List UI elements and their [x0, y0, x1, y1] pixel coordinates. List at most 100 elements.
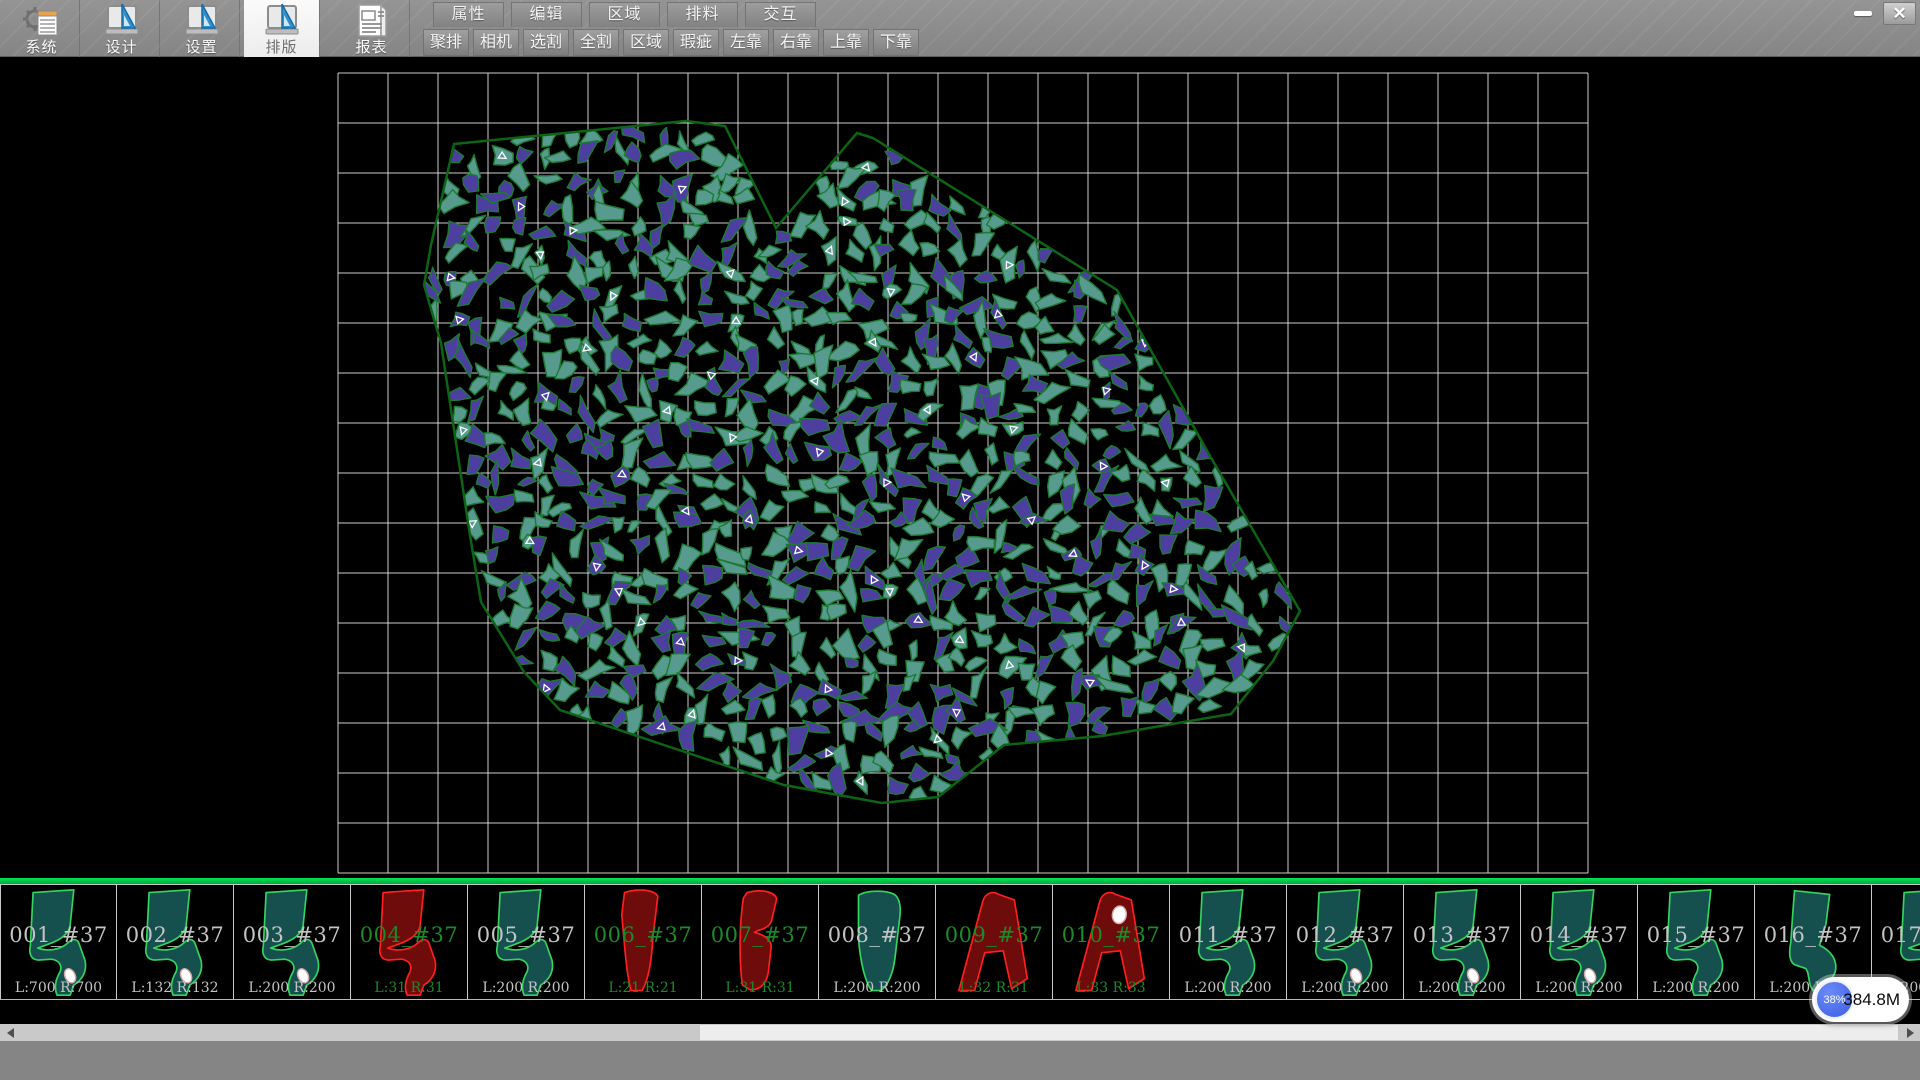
part-thumbnail[interactable]: 013_#37 L:200 R:200 [1404, 884, 1521, 999]
report-doc-icon [352, 3, 392, 39]
parts-thumbnail-strip: 001_#37L:700 R:700002_#37L:132 R:132003_… [0, 884, 1920, 1000]
menu-tab-row: 属性编辑区域排料交互 [433, 2, 816, 27]
part-cut-counts: L:31 R:31 [351, 980, 467, 996]
part-label: 010_#37 [1053, 923, 1169, 947]
part-cut-counts: L:200 R:200 [819, 980, 935, 996]
scroll-right-icon [1907, 1028, 1914, 1038]
tool-region[interactable]: 区域 [623, 29, 669, 56]
scroll-right-button[interactable] [1900, 1024, 1920, 1041]
tool-align-right[interactable]: 右靠 [773, 29, 819, 56]
app-report[interactable]: 报表 [334, 0, 410, 57]
app-nesting[interactable]: 排版 [244, 0, 320, 57]
gear-notepad-icon [22, 3, 62, 39]
tool-select-cut[interactable]: 选割 [523, 29, 569, 56]
part-cut-counts: L:200 R:200 [1287, 980, 1403, 996]
part-label: 004_#37 [351, 923, 467, 947]
part-cut-counts: L:200 R:200 [468, 980, 584, 996]
part-thumbnail[interactable]: 003_#37 L:200 R:200 [234, 884, 351, 999]
close-icon: ✕ [1892, 4, 1906, 24]
close-button[interactable]: ✕ [1883, 2, 1916, 25]
app-settings[interactable]: 设置 [164, 0, 240, 57]
tool-align-top[interactable]: 上靠 [823, 29, 869, 56]
scroll-left-icon [7, 1028, 14, 1038]
part-cut-counts: L:700 R:700 [1, 980, 116, 996]
nested-pieces [415, 121, 1300, 810]
part-cut-counts: L:32 R:31 [936, 980, 1052, 996]
part-thumbnail[interactable]: 009_#37L:32 R:31 [936, 884, 1053, 999]
scrollbar-thumb[interactable] [700, 1025, 1898, 1040]
part-thumbnail[interactable]: 005_#37 L:200 R:200 [468, 884, 585, 999]
part-thumbnail[interactable]: 008_#37 L:200 R:200 [819, 884, 936, 999]
part-cut-counts: L:200 R:200 [1638, 980, 1754, 996]
ruler-screen-icon [182, 3, 222, 39]
part-label: 007_#37 [702, 923, 818, 947]
part-label: 015_#37 [1638, 923, 1754, 947]
menu-region[interactable]: 区域 [589, 2, 660, 27]
window-controls: ✕ [1846, 2, 1916, 25]
part-label: 014_#37 [1521, 923, 1637, 947]
memory-progress-badge: 38% 384.8M [1812, 977, 1909, 1022]
part-label: 002_#37 [117, 923, 233, 947]
tool-camera[interactable]: 相机 [473, 29, 519, 56]
memory-usage-label: 384.8M [1843, 977, 1900, 1022]
part-cut-counts: L:31 R:31 [702, 980, 818, 996]
part-label: 017_#37 [1872, 923, 1920, 947]
menu-edit[interactable]: 编辑 [511, 2, 582, 27]
menu-nest[interactable]: 排料 [667, 2, 738, 27]
app-design[interactable]: 设计 [84, 0, 160, 57]
status-bar [0, 1041, 1920, 1080]
menu-interact[interactable]: 交互 [745, 2, 816, 27]
part-thumbnail[interactable]: 001_#37 L:700 R:700 [0, 884, 117, 999]
part-cut-counts: L:200 R:200 [1521, 980, 1637, 996]
app-label: 设计 [105, 39, 137, 56]
minimize-button[interactable] [1846, 2, 1879, 25]
part-label: 003_#37 [234, 923, 350, 947]
tool-cut-all[interactable]: 全割 [573, 29, 619, 56]
part-thumbnail[interactable]: 007_#37 L:31 R:31 [702, 884, 819, 999]
scroll-left-button[interactable] [0, 1024, 20, 1041]
app-system[interactable]: 系统 [4, 0, 80, 57]
strip-bottom-gap [0, 1001, 1920, 1024]
nesting-drawing [0, 57, 1920, 878]
part-thumbnail[interactable]: 011_#37 L:200 R:200 [1170, 884, 1287, 999]
tool-align-bottom[interactable]: 下靠 [873, 29, 919, 56]
ruler-screen-icon [102, 3, 142, 39]
part-label: 016_#37 [1755, 923, 1871, 947]
part-cut-counts: L:21 R:21 [585, 980, 701, 996]
part-cut-counts: L:33 R:33 [1053, 980, 1169, 996]
app-label: 报表 [355, 39, 387, 56]
part-thumbnail[interactable]: 006_#37 L:21 R:21 [585, 884, 702, 999]
horizontal-scrollbar[interactable] [0, 1024, 1920, 1041]
part-cut-counts: L:200 R:200 [1404, 980, 1520, 996]
part-label: 011_#37 [1170, 923, 1286, 947]
part-thumbnail[interactable]: 014_#37 L:200 R:200 [1521, 884, 1638, 999]
part-label: 006_#37 [585, 923, 701, 947]
tool-defect[interactable]: 瑕疵 [673, 29, 719, 56]
part-label: 005_#37 [468, 923, 584, 947]
ruler-screen-icon [262, 3, 302, 39]
part-label: 013_#37 [1404, 923, 1520, 947]
progress-percent: 38% [1823, 994, 1845, 1006]
app-label: 系统 [25, 39, 57, 56]
part-thumbnail[interactable]: 015_#37 L:200 R:200 [1638, 884, 1755, 999]
tool-align-left[interactable]: 左靠 [723, 29, 769, 56]
application-window: 系统设计设置排版报表 属性编辑区域排料交互 聚排相机选割全割区域瑕疵左靠右靠上靠… [0, 0, 1920, 1080]
part-thumbnail[interactable]: 010_#37 L:33 R:33 [1053, 884, 1170, 999]
tool-cluster-nest[interactable]: 聚排 [423, 29, 469, 56]
app-label: 设置 [185, 39, 217, 56]
part-thumbnail[interactable]: 004_#37 L:31 R:31 [351, 884, 468, 999]
ribbon-toolbar: 系统设计设置排版报表 属性编辑区域排料交互 聚排相机选割全割区域瑕疵左靠右靠上靠… [0, 0, 1920, 57]
nesting-canvas[interactable] [0, 57, 1920, 878]
menu-properties[interactable]: 属性 [433, 2, 504, 27]
tool-button-row: 聚排相机选割全割区域瑕疵左靠右靠上靠下靠 [423, 29, 919, 56]
part-thumbnail[interactable]: 002_#37 L:132 R:132 [117, 884, 234, 999]
part-label: 012_#37 [1287, 923, 1403, 947]
minimize-icon [1854, 11, 1872, 16]
part-thumbnail[interactable]: 012_#37 L:200 R:200 [1287, 884, 1404, 999]
part-cut-counts: L:200 R:200 [234, 980, 350, 996]
part-cut-counts: L:200 R:200 [1170, 980, 1286, 996]
app-label: 排版 [265, 39, 297, 56]
part-cut-counts: L:132 R:132 [117, 980, 233, 996]
part-label: 008_#37 [819, 923, 935, 947]
part-label: 001_#37 [1, 923, 116, 947]
